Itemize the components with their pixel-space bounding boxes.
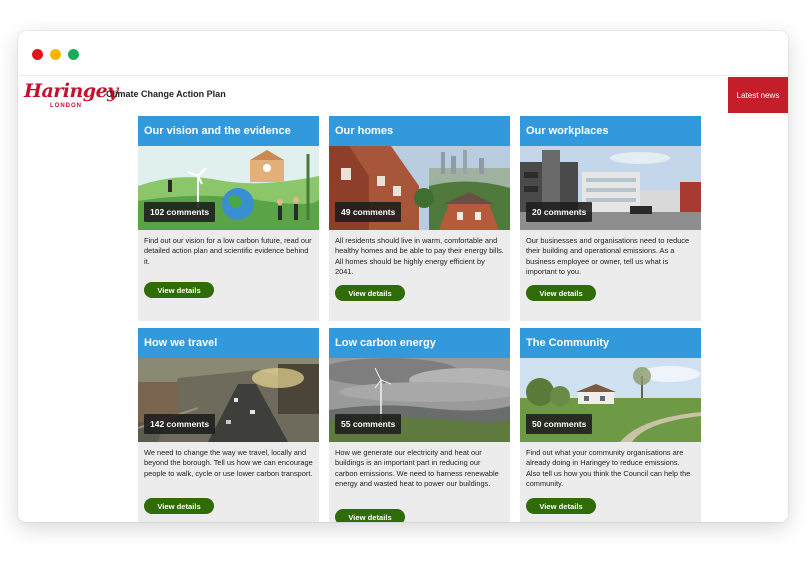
card-description: Find out what your community organisatio… bbox=[526, 448, 691, 489]
card-title[interactable]: The Community bbox=[520, 328, 701, 358]
comments-badge[interactable]: 50 comments bbox=[526, 414, 593, 434]
haringey-logo[interactable]: Haringey LONDON bbox=[24, 81, 118, 111]
card-image-community[interactable]: 50 comments bbox=[520, 358, 701, 442]
logo-subtitle: LONDON bbox=[50, 103, 82, 109]
view-details-button[interactable]: View details bbox=[526, 498, 596, 514]
topic-card-travel: How we travel 142 comments We need to ch… bbox=[138, 328, 319, 522]
topic-card-vision: Our vision and the evidence 102 comments… bbox=[138, 116, 319, 321]
latest-news-button[interactable]: Latest news bbox=[728, 77, 788, 113]
comments-badge[interactable]: 142 comments bbox=[144, 414, 216, 434]
maximize-window-dot[interactable] bbox=[68, 49, 79, 60]
view-details-button[interactable]: View details bbox=[526, 285, 596, 301]
logo-wordmark: Haringey bbox=[24, 80, 118, 102]
comments-badge[interactable]: 102 comments bbox=[144, 202, 216, 222]
card-description: We need to change the way we travel, loc… bbox=[144, 448, 313, 478]
site-title[interactable]: Climate Change Action Plan bbox=[106, 89, 226, 99]
close-window-dot[interactable] bbox=[32, 49, 43, 60]
minimize-window-dot[interactable] bbox=[50, 49, 61, 60]
card-image-travel[interactable]: 142 comments bbox=[138, 358, 319, 442]
card-image-vision[interactable]: 102 comments bbox=[138, 146, 319, 230]
card-description: All residents should live in warm, comfo… bbox=[335, 236, 504, 277]
topic-card-homes: Our homes 49 comments All residents shou… bbox=[329, 116, 510, 321]
view-details-button[interactable]: View details bbox=[335, 285, 405, 301]
card-title[interactable]: Our workplaces bbox=[520, 116, 701, 146]
comments-badge[interactable]: 20 comments bbox=[526, 202, 593, 222]
card-title[interactable]: How we travel bbox=[138, 328, 319, 358]
card-title[interactable]: Our homes bbox=[329, 116, 510, 146]
card-image-workplaces[interactable]: 20 comments bbox=[520, 146, 701, 230]
card-image-energy[interactable]: 55 comments bbox=[329, 358, 510, 442]
comments-badge[interactable]: 55 comments bbox=[335, 414, 402, 434]
view-details-button[interactable]: View details bbox=[144, 498, 214, 514]
topic-card-energy: Low carbon energy 55 comments How we gen… bbox=[329, 328, 510, 522]
card-title[interactable]: Low carbon energy bbox=[329, 328, 510, 358]
card-description: How we generate our electricity and heat… bbox=[335, 448, 499, 489]
site-page: Haringey LONDON Climate Change Action Pl… bbox=[18, 77, 788, 522]
topic-card-community: The Community 50 comments Find out what … bbox=[520, 328, 701, 522]
card-description: Our businesses and organisations need to… bbox=[526, 236, 690, 277]
browser-window: Haringey LONDON Climate Change Action Pl… bbox=[18, 31, 788, 522]
topic-card-workplaces: Our workplaces 20 comments Our businesse… bbox=[520, 116, 701, 321]
comments-badge[interactable]: 49 comments bbox=[335, 202, 402, 222]
browser-chrome bbox=[18, 31, 788, 76]
card-image-homes[interactable]: 49 comments bbox=[329, 146, 510, 230]
view-details-button[interactable]: View details bbox=[335, 509, 405, 522]
card-description: Find out our vision for a low carbon fut… bbox=[144, 236, 312, 266]
card-title[interactable]: Our vision and the evidence bbox=[138, 116, 319, 146]
view-details-button[interactable]: View details bbox=[144, 282, 214, 298]
